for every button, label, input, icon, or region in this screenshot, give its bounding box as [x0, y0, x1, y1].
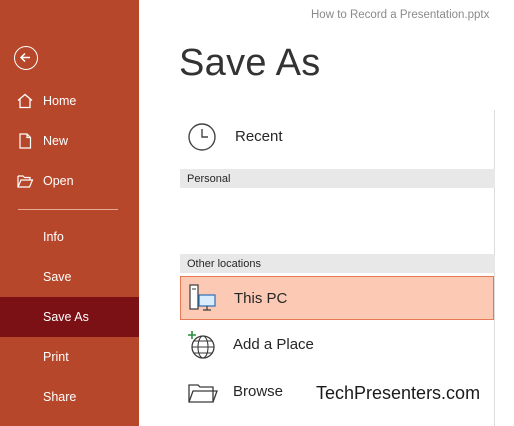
- open-folder-icon: [17, 175, 34, 188]
- section-label: Personal: [187, 173, 231, 185]
- backstage-sidebar: Home New Open Info Save Save As Print Sh…: [0, 0, 139, 426]
- sidebar-item-label: Info: [43, 230, 64, 244]
- sidebar-item-label: Print: [43, 350, 69, 364]
- browse-folder-icon: [188, 384, 218, 403]
- sidebar-item-open[interactable]: Open: [0, 161, 139, 201]
- location-recent[interactable]: Recent: [180, 115, 494, 159]
- location-label: Recent: [235, 128, 283, 145]
- sidebar-item-print[interactable]: Print: [0, 337, 139, 377]
- sidebar-divider: [18, 209, 118, 210]
- sidebar-item-label: Save: [43, 270, 72, 284]
- sidebar-item-label: Share: [43, 390, 77, 404]
- sidebar-item-info[interactable]: Info: [0, 217, 139, 257]
- sidebar-item-new[interactable]: New: [0, 121, 139, 161]
- location-label: Browse: [233, 383, 284, 400]
- location-this-pc[interactable]: This PC: [180, 276, 494, 320]
- section-header-personal: Personal: [180, 169, 495, 188]
- watermark-text: TechPresenters.com: [316, 383, 481, 403]
- location-add-a-place[interactable]: Add a Place: [180, 323, 494, 367]
- sidebar-item-save-as[interactable]: Save As: [0, 297, 139, 337]
- page-title: Save As: [179, 42, 321, 84]
- location-label: Add a Place: [233, 336, 314, 353]
- home-icon: [17, 93, 33, 109]
- this-pc-icon: [189, 284, 216, 311]
- document-title: How to Record a Presentation.pptx: [311, 9, 490, 21]
- back-arrow-icon: [19, 52, 30, 63]
- section-header-other-locations: Other locations: [180, 254, 495, 273]
- sidebar-item-label: New: [43, 134, 69, 148]
- sidebar-item-label: Home: [43, 94, 77, 108]
- clock-icon: [188, 123, 216, 151]
- sidebar-item-label: Save As: [43, 310, 89, 324]
- sidebar-item-save[interactable]: Save: [0, 257, 139, 297]
- sidebar-item-label: Open: [43, 174, 74, 188]
- sidebar-item-share[interactable]: Share: [0, 377, 139, 417]
- location-label: This PC: [234, 290, 288, 307]
- section-label: Other locations: [187, 258, 261, 270]
- back-button[interactable]: [14, 46, 38, 70]
- sidebar-item-home[interactable]: Home: [0, 81, 139, 121]
- add-place-globe-icon: [188, 331, 215, 359]
- new-document-icon: [19, 133, 32, 149]
